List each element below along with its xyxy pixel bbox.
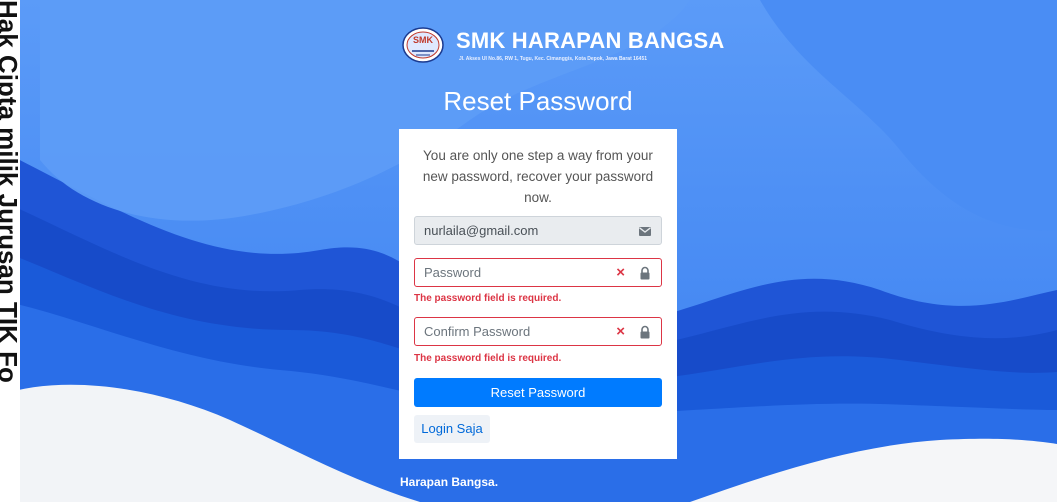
footer-text: Harapan Bangsa.	[400, 475, 499, 489]
page-background: Hak Cipta milik Jurusan TIK Fo SMK SMK H…	[0, 0, 1057, 502]
email-field[interactable]	[414, 216, 662, 245]
x-icon: ×	[616, 323, 625, 340]
school-address: Jl. Akses UI No.86, RW 1, Tugu, Kec. Cim…	[459, 56, 648, 62]
confirm-password-field[interactable]: ×	[414, 317, 662, 346]
intro-message: You are only one step a way from your ne…	[422, 148, 654, 205]
school-header: SMK SMK HARAPAN BANGSA Jl. Akses UI No.8…	[400, 24, 724, 70]
school-name: SMK HARAPAN BANGSA	[456, 28, 725, 53]
password-input[interactable]	[415, 259, 614, 286]
password-error: The password field is required.	[414, 293, 562, 304]
confirm-password-error: The password field is required.	[414, 353, 562, 364]
email-input[interactable]	[415, 217, 614, 244]
login-link[interactable]: Login Saja	[414, 415, 490, 443]
confirm-password-input[interactable]	[415, 318, 614, 345]
password-field[interactable]: ×	[414, 258, 662, 287]
reset-password-card: You are only one step a way from your ne…	[399, 129, 677, 459]
page-title: Reset Password	[443, 86, 633, 116]
envelope-icon	[639, 227, 651, 236]
side-watermark-text: Hak Cipta milik Jurusan TIK Fo	[0, 0, 20, 383]
lock-icon	[640, 325, 650, 339]
x-icon: ×	[616, 264, 625, 281]
school-logo: SMK	[402, 27, 444, 63]
lock-icon	[640, 266, 650, 280]
side-watermark: Hak Cipta milik Jurusan TIK Fo	[0, 0, 20, 502]
logo-text: SMK	[413, 35, 434, 45]
reset-password-button[interactable]: Reset Password	[414, 378, 662, 407]
